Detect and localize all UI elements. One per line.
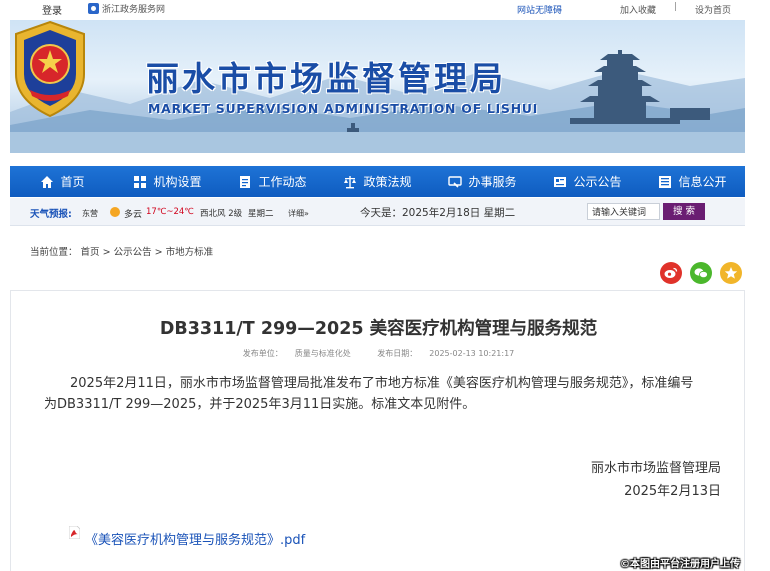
article-body: 2025年2月11日，丽水市市场监督管理局批准发布了市地方标准《美容医疗机构管理…: [44, 376, 694, 412]
favorite-star-icon[interactable]: [720, 262, 742, 284]
zj-gov-icon: [88, 3, 99, 14]
date-label: 发布日期：: [377, 349, 418, 358]
nav-item-organization[interactable]: 机构设置: [115, 166, 220, 197]
weather-wind: 西北风 2级: [200, 209, 243, 219]
publisher-value: 质量与标准化处: [294, 349, 351, 358]
site-banner: 丽水市市场监督管理局 MARKET SUPERVISION ADMINISTRA…: [10, 20, 745, 153]
breadcrumb: 当前位置： 首页 > 公示公告 > 市地方标准: [30, 244, 213, 258]
add-favorite-link[interactable]: 加入收藏: [620, 3, 656, 16]
breadcrumb-item-home[interactable]: 首页: [81, 247, 100, 258]
document-icon: [240, 175, 251, 188]
breadcrumb-item-standard[interactable]: 市地方标准: [166, 247, 214, 258]
weibo-icon: [664, 267, 678, 278]
signature-org: 丽水市市场监督管理局: [590, 461, 721, 476]
article-panel: DB3311/T 299—2025 美容医疗机构管理与服务规范 发布单位： 质量与…: [10, 290, 745, 571]
signature-date: 2025年2月13日: [624, 484, 721, 499]
zj-gov-label: 浙江政务服务网: [102, 5, 166, 15]
accessibility-link[interactable]: 网站无障碍: [517, 3, 562, 16]
wechat-icon: [694, 268, 708, 279]
breadcrumb-item-notice[interactable]: 公示公告: [114, 247, 152, 258]
nav-label: 首页: [60, 175, 85, 189]
nav-label: 公示公告: [573, 175, 622, 189]
watermark: ©本图由平台注册用户上传: [620, 559, 740, 570]
publisher-label: 发布单位：: [242, 349, 283, 358]
home-icon: [41, 175, 54, 188]
nav-item-info[interactable]: 信息公开: [640, 166, 745, 197]
attachment-label: 《美容医疗机构管理与服务规范》.pdf: [85, 533, 306, 548]
set-homepage-link[interactable]: 设为首页: [695, 3, 731, 16]
breadcrumb-label: 当前位置：: [30, 247, 78, 258]
site-title-cn: 丽水市市场监督管理局: [146, 59, 506, 98]
nav-label: 工作动态: [258, 175, 307, 189]
grid-icon: [134, 175, 147, 188]
sun-icon: [110, 207, 120, 217]
nav-label: 办事服务: [468, 175, 517, 189]
info-icon: [659, 175, 672, 188]
site-title-en: MARKET SUPERVISION ADMINISTRATION OF LIS…: [148, 101, 538, 116]
zj-gov-link[interactable]: 浙江政务服务网: [88, 2, 165, 15]
nav-label: 政策法规: [363, 175, 412, 189]
top-separator: |: [674, 2, 678, 12]
market-supervision-badge-icon: [15, 20, 85, 118]
nav-label: 机构设置: [153, 175, 202, 189]
info-strip: 天气预报: 东营 多云 17℃~24℃ 西北风 2级 星期二 详细» 今天是：2…: [10, 198, 745, 226]
star-icon: [724, 267, 738, 279]
nav-label: 信息公开: [678, 175, 727, 189]
article-meta: 发布单位： 质量与标准化处 发布日期： 2025-02-13 10:21:17: [11, 348, 746, 359]
login-link[interactable]: 登录: [42, 2, 62, 17]
nav-item-service[interactable]: 办事服务: [430, 166, 535, 197]
today-date: 今天是：2025年2月18日 星期二: [360, 207, 516, 219]
nav-item-news[interactable]: 工作动态: [220, 166, 325, 197]
wechat-share-icon[interactable]: [690, 262, 712, 284]
search-input[interactable]: [587, 203, 660, 220]
weather-temp: 17℃~24℃: [146, 207, 194, 217]
date-value: 2025-02-13 10:21:17: [429, 349, 515, 358]
weather-detail-link[interactable]: 详细»: [288, 208, 309, 219]
pdf-icon: [69, 526, 80, 539]
weibo-share-icon[interactable]: [660, 262, 682, 284]
article-signature: 丽水市市场监督管理局 2025年2月13日: [591, 457, 721, 503]
breadcrumb-separator: >: [154, 247, 163, 258]
search-button[interactable]: 搜 索: [663, 203, 705, 220]
top-bar: 登录 浙江政务服务网 网站无障碍 加入收藏 | 设为首页: [0, 0, 770, 18]
article-title: DB3311/T 299—2025 美容医疗机构管理与服务规范: [159, 319, 598, 339]
weather-desc: 多云: [124, 210, 143, 220]
nav-item-home[interactable]: 首页: [10, 166, 115, 197]
weather-weekday: 星期二: [248, 209, 274, 219]
notice-icon: [554, 176, 567, 187]
weather-city: 东营: [82, 209, 98, 218]
nav-item-policy[interactable]: 政策法规: [325, 166, 430, 197]
service-icon: [448, 175, 463, 188]
scales-icon: [344, 175, 357, 188]
weather-label: 天气预报:: [30, 209, 72, 220]
main-nav: 首页 机构设置 工作动态 政策法规 办事服务 公示公告 信息公开: [10, 166, 745, 197]
attachment-link[interactable]: 《美容医疗机构管理与服务规范》.pdf: [69, 526, 306, 548]
breadcrumb-separator: >: [102, 247, 111, 258]
nav-item-notice[interactable]: 公示公告: [535, 166, 640, 197]
